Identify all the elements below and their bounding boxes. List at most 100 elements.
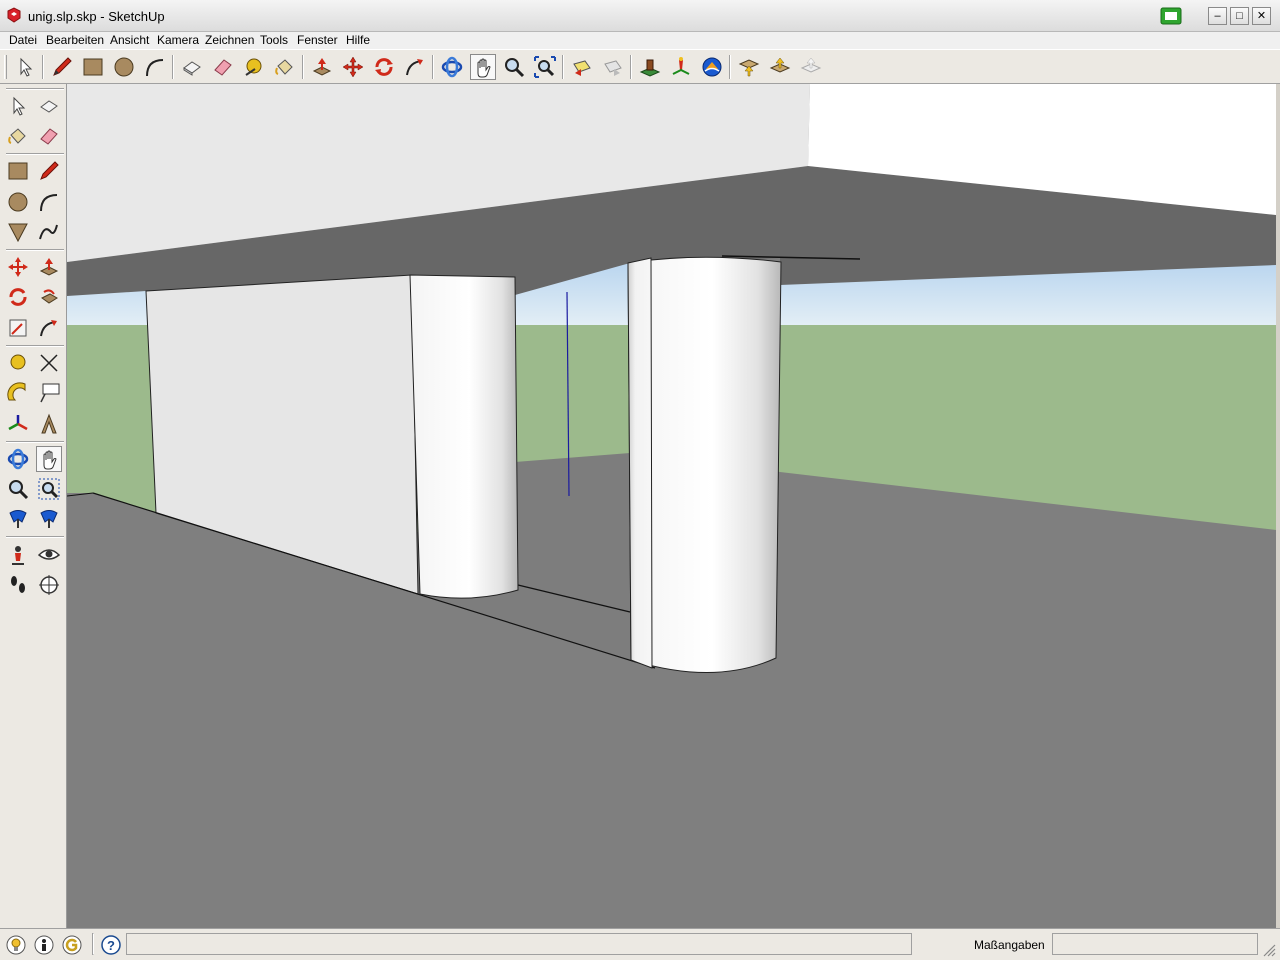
protractor-icon — [7, 382, 26, 401]
credits-icon[interactable] — [34, 935, 54, 955]
menu-ansicht[interactable]: Ansicht — [110, 33, 149, 47]
select-icon — [20, 57, 33, 77]
menu-hilfe[interactable]: Hilfe — [346, 33, 370, 47]
help-icon[interactable]: ? — [101, 935, 121, 955]
3d-text-tool-button[interactable] — [36, 411, 62, 437]
sign-in-icon[interactable] — [62, 935, 82, 955]
line-icon — [40, 161, 59, 180]
svg-text:?: ? — [107, 938, 115, 953]
rotate-icon — [375, 58, 393, 76]
position-camera-button[interactable] — [5, 542, 31, 568]
menu-zeichnen[interactable]: Zeichnen — [205, 33, 254, 47]
toolbar-separator — [6, 536, 64, 538]
arc-tool-button[interactable] — [142, 54, 168, 80]
menu-fenster[interactable]: Fenster — [297, 33, 338, 47]
move-tool-button[interactable] — [5, 254, 31, 280]
menu-datei[interactable]: Datei — [9, 33, 37, 47]
close-button[interactable]: ✕ — [1252, 7, 1271, 25]
rotate-tool-button[interactable] — [371, 54, 397, 80]
circle-tool-button[interactable] — [111, 54, 137, 80]
maximize-button[interactable]: □ — [1230, 7, 1249, 25]
zoom-tool-button[interactable] — [501, 54, 527, 80]
circle-icon — [8, 192, 28, 212]
previous-view-button[interactable] — [569, 54, 595, 80]
section-plane-button[interactable] — [36, 572, 62, 598]
share-model-button[interactable] — [699, 54, 725, 80]
push-pull-button[interactable] — [309, 54, 335, 80]
zoom-tool-button[interactable] — [5, 476, 31, 502]
get-models-button[interactable] — [736, 54, 762, 80]
rectangle-icon — [83, 58, 103, 76]
zoom-extents-button[interactable] — [5, 506, 31, 532]
pencil-tool-button[interactable] — [49, 54, 75, 80]
make-component-button[interactable] — [179, 54, 205, 80]
paint-bucket-button[interactable] — [272, 54, 298, 80]
toolbar-separator — [6, 249, 64, 251]
google-earth-view-button[interactable] — [668, 54, 694, 80]
polygon-tool-button[interactable] — [5, 219, 31, 245]
share-component-button[interactable] — [798, 54, 824, 80]
next-view-button[interactable] — [600, 54, 626, 80]
eraser-tool-button[interactable] — [210, 54, 236, 80]
tape-measure-button[interactable] — [5, 350, 31, 376]
orbit-tool-button[interactable] — [439, 54, 465, 80]
axes-tool-button[interactable] — [5, 411, 31, 437]
text-tool-button[interactable] — [36, 380, 62, 406]
protractor-tool-button[interactable] — [5, 380, 31, 406]
eraser-icon — [40, 128, 58, 145]
resize-grip-icon[interactable] — [1262, 943, 1276, 957]
menu-kamera[interactable]: Kamera — [157, 33, 199, 47]
push-pull-button[interactable] — [36, 254, 62, 280]
geolocation-icon[interactable] — [6, 935, 26, 955]
tape-measure-button[interactable] — [241, 54, 267, 80]
circle-tool-button[interactable] — [5, 189, 31, 215]
paint-bucket-icon — [275, 59, 293, 75]
line-tool-button[interactable] — [36, 158, 62, 184]
pan-tool-button[interactable] — [36, 446, 62, 472]
place-model-button[interactable] — [637, 54, 663, 80]
measurements-input[interactable] — [1052, 933, 1258, 955]
rectangle-tool-button[interactable] — [5, 158, 31, 184]
upload-component-button[interactable] — [767, 54, 793, 80]
paint-bucket-button[interactable] — [5, 123, 31, 149]
move-tool-button[interactable] — [340, 54, 366, 80]
menu-bar: Datei Bearbeiten Ansicht Kamera Zeichnen… — [0, 32, 1280, 49]
freehand-tool-button[interactable] — [36, 219, 62, 245]
toolbar-grip[interactable] — [6, 88, 64, 90]
google-earth-view-icon — [672, 57, 690, 75]
look-around-button[interactable] — [36, 542, 62, 568]
drawing-area-viewport[interactable] — [67, 84, 1276, 928]
dimension-tool-button[interactable] — [36, 350, 62, 376]
menu-bearbeiten[interactable]: Bearbeiten — [46, 33, 104, 47]
menu-tools[interactable]: Tools — [260, 33, 288, 47]
offset-tool-button[interactable] — [36, 315, 62, 341]
previous-view-button[interactable] — [36, 506, 62, 532]
status-bar: ? Maßangaben — [0, 928, 1280, 960]
select-tool-button[interactable] — [5, 93, 31, 119]
zoom-extents-button[interactable] — [532, 54, 558, 80]
arc-tool-button[interactable] — [36, 189, 62, 215]
make-component-button[interactable] — [36, 93, 62, 119]
follow-me-button[interactable] — [36, 284, 62, 310]
follow-me-button[interactable] — [402, 54, 428, 80]
scale-tool-button[interactable] — [5, 315, 31, 341]
select-tool-button[interactable] — [12, 54, 38, 80]
minimize-button[interactable]: – — [1208, 7, 1227, 25]
toolbar-separator — [432, 55, 434, 79]
orbit-tool-button[interactable] — [5, 446, 31, 472]
rotate-tool-button[interactable] — [5, 284, 31, 310]
model-scene[interactable] — [67, 84, 1276, 928]
previous-view-icon — [573, 60, 591, 76]
circle-icon — [114, 57, 134, 77]
title-bar: unig.slp.skp - SketchUp – □ ✕ — [0, 0, 1280, 32]
pan-tool-button[interactable] — [470, 54, 496, 80]
polygon-icon — [8, 223, 28, 243]
axes-icon — [8, 415, 28, 431]
eraser-tool-button[interactable] — [36, 123, 62, 149]
3d-text-icon — [41, 413, 57, 434]
walk-tool-button[interactable] — [5, 572, 31, 598]
zoom-window-button[interactable] — [36, 476, 62, 502]
rectangle-tool-button[interactable] — [80, 54, 106, 80]
toolbar-separator — [42, 55, 44, 79]
toolbar-grip[interactable] — [4, 55, 7, 79]
